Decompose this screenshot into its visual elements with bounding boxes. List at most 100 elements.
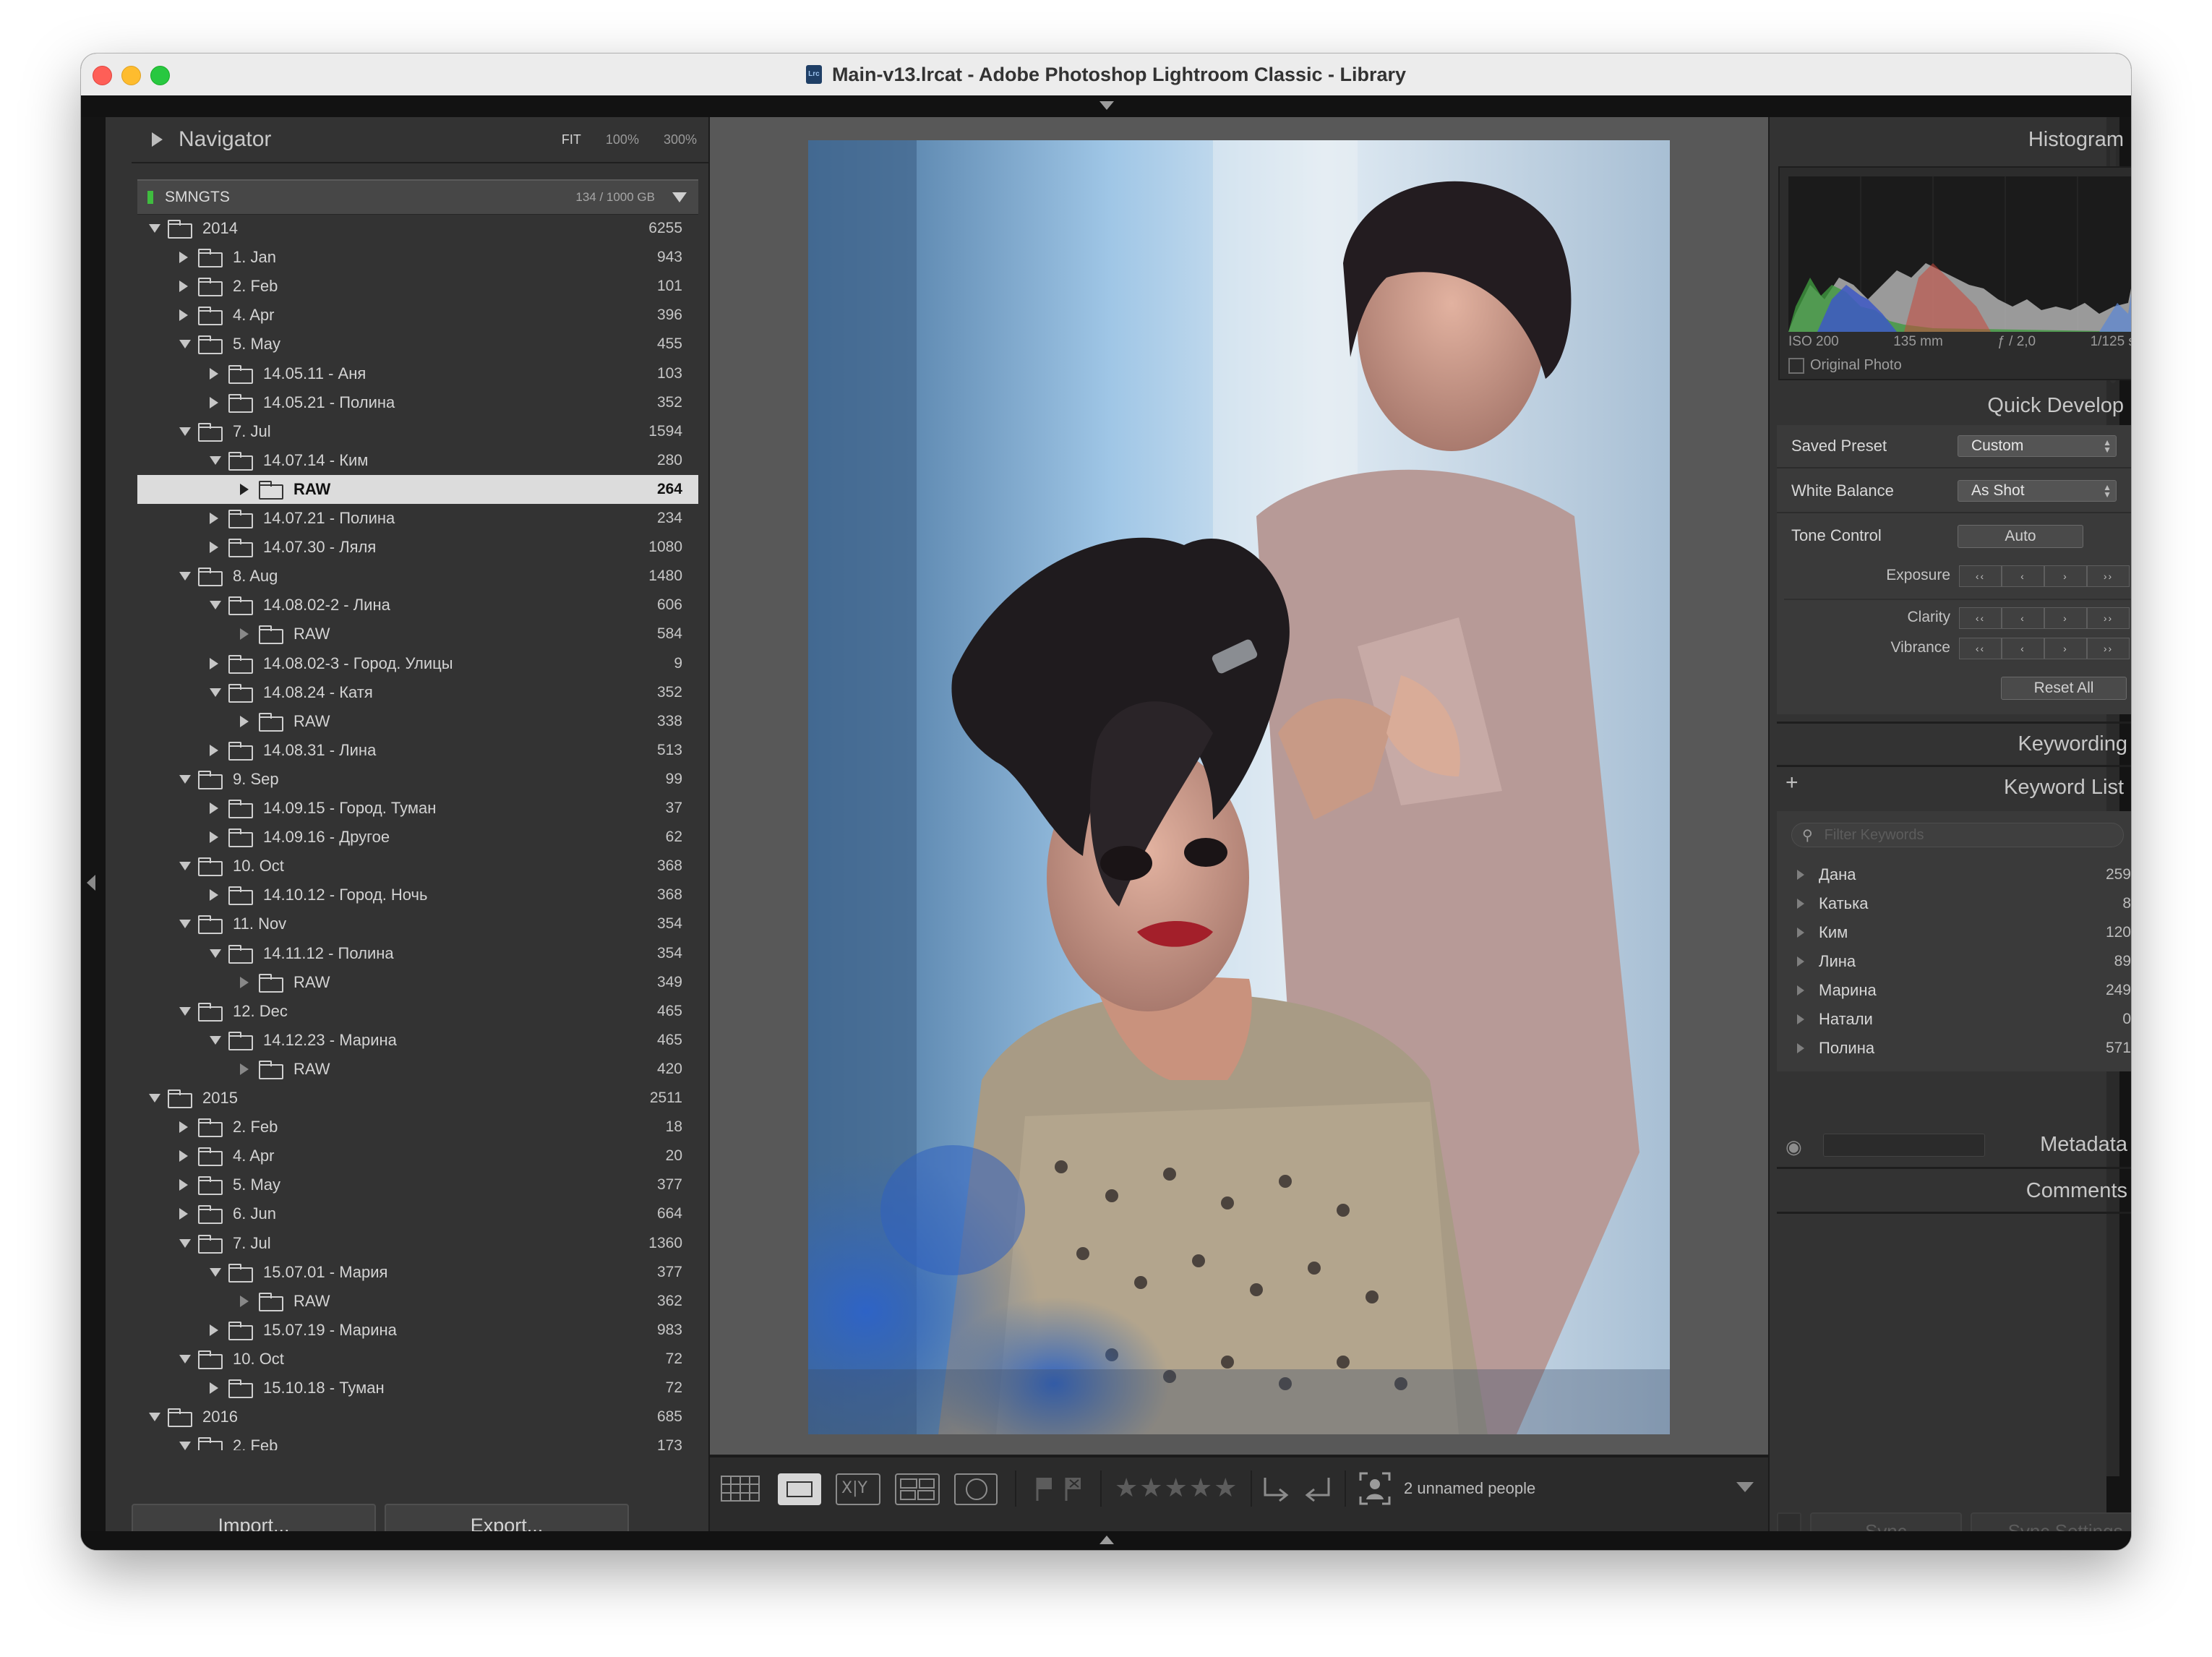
folder-row[interactable]: 14.09.15 - Город. Туман 37 [137,794,698,823]
folder-row[interactable]: 14.12.23 - Марина 465 [137,1026,698,1055]
survey-view-icon[interactable] [895,1473,940,1505]
comments-header[interactable]: Comments [1770,1173,2131,1209]
expand-folder-icon[interactable] [210,513,218,524]
expand-folder-icon[interactable] [210,831,218,844]
expand-folder-icon[interactable] [210,744,218,756]
volume-header[interactable]: SMNGTS 134 / 1000 GB [137,179,698,215]
folder-row[interactable]: 10. Oct 368 [137,852,698,881]
folder-row[interactable]: 2. Feb 101 [137,272,698,301]
compare-view-icon[interactable]: X|Y [836,1473,880,1505]
folder-row[interactable]: 2. Feb 18 [137,1113,698,1142]
collapse-folder-icon[interactable] [179,1006,191,1016]
collapse-folder-icon[interactable] [179,862,191,871]
toolbar-menu-icon[interactable] [1736,1482,1754,1492]
expand-keyword-icon[interactable] [1797,928,1804,938]
collapse-folder-icon[interactable] [179,774,191,784]
folder-row[interactable]: 15.07.01 - Мария 377 [137,1258,698,1287]
expand-folder-icon[interactable] [210,889,218,902]
volume-collapse-icon[interactable] [672,192,687,202]
keyword-row[interactable]: Полина 571 [1777,1034,2131,1063]
expand-keyword-icon[interactable] [1797,870,1804,880]
face-region-icon[interactable] [1359,1472,1391,1505]
zoom-fit-option[interactable]: FIT [562,132,581,147]
folder-row[interactable]: 9. Sep 99 [137,765,698,794]
collapse-folder-icon[interactable] [210,601,221,610]
expand-keyword-icon[interactable] [1797,899,1804,909]
folder-row-selected[interactable]: RAW 264 [137,474,698,504]
folder-row[interactable]: 2. Feb 173 [137,1431,698,1450]
vibrance-decrease-large-button[interactable]: ‹‹ [1959,638,2002,659]
folder-row[interactable]: 4. Apr 20 [137,1142,698,1170]
auto-tone-button[interactable]: Auto [1958,525,2083,548]
folder-row[interactable]: RAW 420 [137,1055,698,1084]
folder-row[interactable]: 6. Jun 664 [137,1199,698,1228]
collapse-folder-icon[interactable] [179,1238,191,1248]
expand-keyword-icon[interactable] [1797,1043,1804,1053]
folder-row[interactable]: 14.07.14 - Ким 280 [137,446,698,475]
folder-row[interactable]: 14.07.21 - Полина 234 [137,504,698,533]
folder-row[interactable]: 10. Oct 72 [137,1345,698,1374]
metadata-header[interactable]: Metadata [1770,1126,2131,1163]
people-view-icon[interactable] [954,1473,998,1505]
saved-preset-select[interactable]: Custom ▲ ▼ [1958,435,2117,457]
folder-row[interactable]: 14.08.02-2 - Лина 606 [137,591,698,620]
expand-folder-icon[interactable] [210,396,218,408]
expand-folder-icon[interactable] [179,1208,188,1220]
expand-keyword-icon[interactable] [1797,956,1804,967]
clarity-increase-large-button[interactable]: ›› [2087,607,2130,629]
collapse-folder-icon[interactable] [210,688,221,697]
expand-folder-icon[interactable] [179,1150,188,1163]
clarity-decrease-large-button[interactable]: ‹‹ [1959,607,2002,629]
folder-row[interactable]: 1. Jan 943 [137,243,698,272]
expand-folder-icon[interactable] [240,1063,249,1075]
folder-row[interactable]: RAW 362 [137,1287,698,1316]
navigator-header[interactable]: Navigator FIT 100% 300% [132,117,708,163]
folder-row[interactable]: RAW 338 [137,707,698,736]
folder-row[interactable]: 15.07.19 - Марина 983 [137,1316,698,1345]
keyword-filter-input[interactable]: ⚲ Filter Keywords [1791,823,2124,847]
top-panel-toggle[interactable] [81,95,2131,117]
expand-folder-icon[interactable] [179,281,188,293]
folder-row[interactable]: 14.07.30 - Ляля 1080 [137,533,698,562]
original-photo-checkbox[interactable] [1788,357,1804,374]
exposure-stepper[interactable]: ‹‹ ‹ › ›› [1959,565,2130,587]
collapse-folder-icon[interactable] [179,572,191,581]
exposure-decrease-large-button[interactable]: ‹‹ [1959,565,2002,587]
collapse-folder-icon[interactable] [210,1035,221,1045]
keyword-row[interactable]: Катька 8 [1777,889,2131,918]
expand-folder-icon[interactable] [179,1179,188,1191]
expand-folder-icon[interactable] [240,628,249,641]
vibrance-increase-large-button[interactable]: ›› [2087,638,2130,659]
reset-all-button[interactable]: Reset All [2001,677,2127,700]
main-photo[interactable] [808,140,1670,1434]
expand-folder-icon[interactable] [240,1295,249,1307]
keyword-row[interactable]: Лина 89 [1777,947,2131,976]
loupe-view-icon[interactable] [778,1473,821,1505]
folder-row[interactable]: 14.08.24 - Катя 352 [137,678,698,707]
expand-folder-icon[interactable] [240,715,249,727]
collapse-folder-icon[interactable] [210,455,221,465]
folder-row[interactable]: 14.10.12 - Город. Ночь 368 [137,881,698,909]
collapse-folder-icon[interactable] [210,949,221,958]
folder-row[interactable]: 2016 685 [137,1403,698,1431]
folder-row[interactable]: 14.09.16 - Другое 62 [137,823,698,852]
vibrance-increase-button[interactable]: › [2044,638,2087,659]
clarity-decrease-button[interactable]: ‹ [2002,607,2044,629]
folder-row[interactable]: 2015 2511 [137,1084,698,1113]
expand-folder-icon[interactable] [210,657,218,669]
filmstrip-toggle[interactable] [81,1531,2131,1550]
folder-row[interactable]: 7. Jul 1594 [137,417,698,446]
clarity-stepper[interactable]: ‹‹ ‹ › ›› [1959,607,2130,629]
keyword-list-header[interactable]: Keyword List [1770,769,2131,805]
expand-folder-icon[interactable] [179,1121,188,1134]
keyword-row[interactable]: Дана 259 [1777,860,2131,889]
folder-row[interactable]: 14.08.31 - Лина 513 [137,736,698,765]
collapse-folder-icon[interactable] [149,1094,160,1102]
collapse-folder-icon[interactable] [179,920,191,929]
folder-row[interactable]: 4. Apr 396 [137,301,698,330]
left-panel-edge[interactable] [81,117,106,1531]
clarity-increase-button[interactable]: › [2044,607,2087,629]
exposure-decrease-button[interactable]: ‹ [2002,565,2044,587]
folder-row[interactable]: 2014 6255 [137,214,698,243]
collapse-folder-icon[interactable] [149,1413,160,1422]
